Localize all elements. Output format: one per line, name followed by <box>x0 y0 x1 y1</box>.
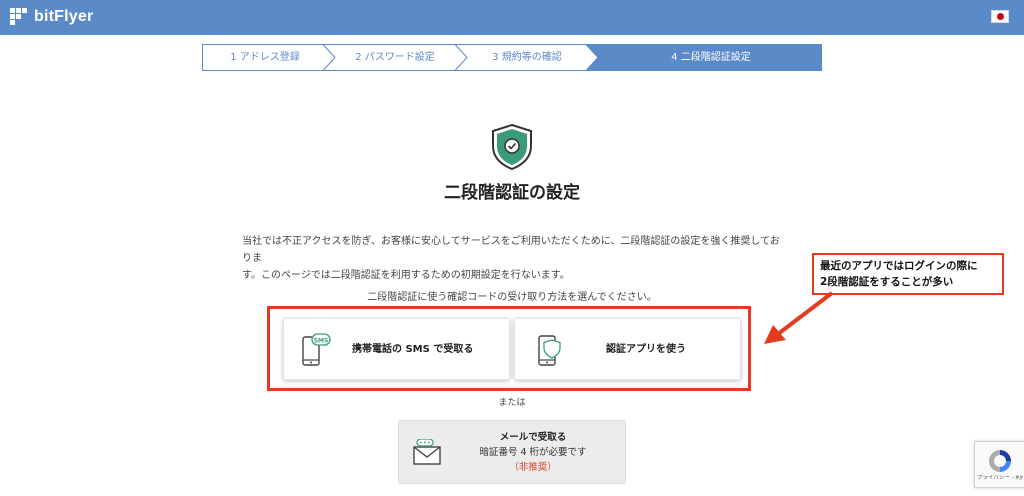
progress-stepper: 1 アドレス登録 2 パスワード設定 3 規約等の確認 4 二段階認証設定 <box>202 44 822 71</box>
annotation-callout: 最近のアプリではログインの際に 2段階認証をすることが多い <box>812 253 1004 295</box>
auth-app-option-button[interactable]: 認証アプリを使う <box>514 318 741 380</box>
logo-text: bitFlyer <box>34 8 94 25</box>
shield-check-icon <box>492 124 532 170</box>
top-header: bitFlyer <box>0 0 1024 35</box>
bitflyer-logo[interactable]: bitFlyer <box>10 8 93 26</box>
email-option-button[interactable]: メールで受取る 暗証番号 4 桁が必要です （非推奨） <box>398 420 626 484</box>
annotation-arrow-icon <box>764 291 834 344</box>
phone-sms-icon: SMS <box>302 333 331 366</box>
annotation-line-2: 2段階認証をすることが多い <box>820 276 954 288</box>
or-separator: または <box>498 398 526 408</box>
recaptcha-text: プライバシー - 利用規約 <box>977 475 1023 481</box>
phone-shield-icon <box>538 335 561 366</box>
annotation-line-1: 最近のアプリではログインの際に <box>820 260 978 272</box>
email-option-subtitle: 暗証番号 4 桁が必要です <box>479 447 587 458</box>
description-line-2: す。このページでは二段階認証を利用するための初期設定を行ないます。 <box>242 270 570 281</box>
envelope-icon <box>413 439 441 465</box>
sms-option-button[interactable]: SMS 携帯電話の SMS で受取る <box>283 318 510 380</box>
step-2-password: 2 パスワード設定 <box>355 52 435 63</box>
email-option-title: メールで受取る <box>499 432 567 443</box>
step-3-terms: 3 規約等の確認 <box>492 52 562 63</box>
recaptcha-badge[interactable]: プライバシー - 利用規約 <box>974 441 1024 488</box>
description-text: 当社では不正アクセスを防ぎ、お客様に安心してサービスをご利用いただくために、二段… <box>242 233 782 284</box>
email-option-warning: （非推奨） <box>509 462 557 473</box>
step-4-two-factor: 4 二段階認証設定 <box>671 52 751 63</box>
step-1-address: 1 アドレス登録 <box>230 52 300 63</box>
auth-app-option-label: 認証アプリを使う <box>606 344 686 355</box>
page-title: 二段階認証の設定 <box>444 183 580 203</box>
sms-badge-text: SMS <box>314 337 329 344</box>
description-line-1: 当社では不正アクセスを防ぎ、お客様に安心してサービスをご利用いただくために、二段… <box>242 236 780 264</box>
bitflyer-logo-icon <box>10 8 30 26</box>
sms-option-label: 携帯電話の SMS で受取る <box>352 344 474 355</box>
recaptcha-icon <box>989 450 1011 472</box>
japan-flag-icon[interactable] <box>991 10 1009 23</box>
